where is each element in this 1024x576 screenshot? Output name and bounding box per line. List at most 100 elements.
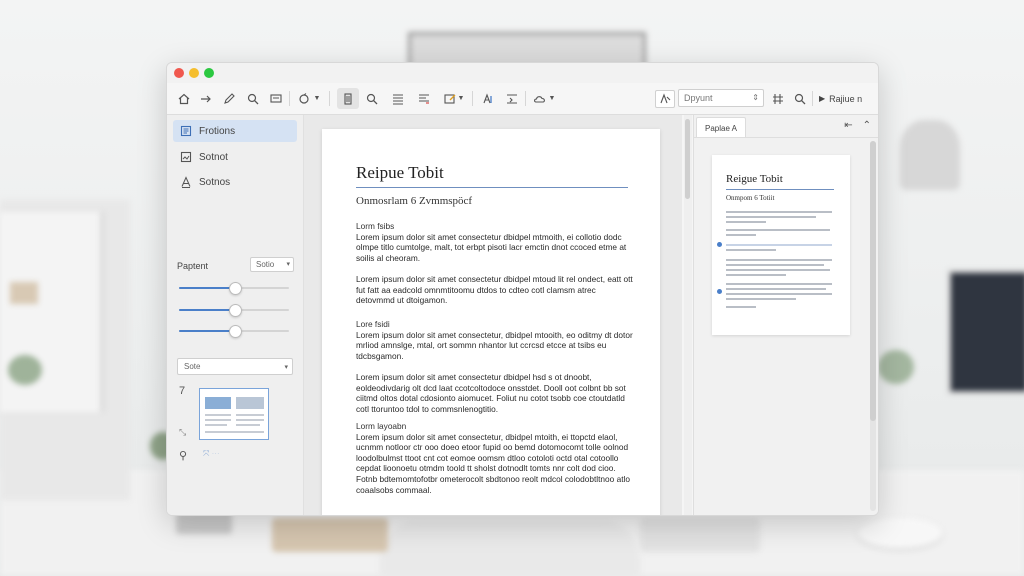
preview-line xyxy=(726,283,832,285)
chevron-down-icon: ▼ xyxy=(457,95,465,102)
app-window: ▼ ▼ ▼ Dpyunt ⇕ ▶ Rajiue n Frotions Sotno… xyxy=(166,62,879,516)
paragraph-heading: Lore fsidi xyxy=(356,319,390,329)
slider-2[interactable] xyxy=(179,304,289,317)
column-icon xyxy=(344,92,352,105)
document-subtitle: Onmosrlam 6 Zvmmspöcf xyxy=(356,195,473,207)
home-button[interactable] xyxy=(175,88,193,109)
find-button[interactable] xyxy=(791,88,809,109)
grid-icon xyxy=(773,93,783,104)
preview-bullet-icon xyxy=(717,242,722,247)
comment-button[interactable] xyxy=(267,88,285,109)
background-box xyxy=(10,282,38,304)
slider-knob[interactable] xyxy=(229,304,242,317)
slider-fill xyxy=(179,330,234,332)
document-page[interactable]: Reipue Tobit Onmosrlam 6 Zvmmspöcf Lorm … xyxy=(322,129,660,515)
format-button[interactable] xyxy=(655,90,675,108)
preview-divider xyxy=(694,137,878,138)
pen-button[interactable] xyxy=(220,88,238,109)
scrollbar-thumb[interactable] xyxy=(870,141,876,421)
cloud-dropdown[interactable]: ▼ xyxy=(548,88,556,109)
background-lamp xyxy=(900,120,960,190)
slider-knob[interactable] xyxy=(229,282,242,295)
link-icon[interactable]: ⤧ ⋯ xyxy=(203,449,220,459)
paragraph-text: Lorem ipsum dolor sit amet consectetur d… xyxy=(356,231,627,263)
preview-tab[interactable]: Paplae A xyxy=(696,117,746,138)
play-icon: ▶ xyxy=(819,94,826,103)
chevron-down-icon: ▼ xyxy=(313,95,321,102)
list-button[interactable] xyxy=(415,88,433,109)
slider-1[interactable] xyxy=(179,282,289,295)
preview-bullet-icon xyxy=(717,289,722,294)
comment-icon xyxy=(270,93,282,103)
document-title: Reipue Tobit xyxy=(356,163,444,182)
document-canvas[interactable]: Reipue Tobit Onmosrlam 6 Zvmmspöcf Lorm … xyxy=(304,115,682,515)
preview-title-rule xyxy=(726,189,834,190)
edit-icon xyxy=(444,93,456,104)
preview-line xyxy=(726,293,832,295)
preview-panel: Paplae A ⇤ ⌃ Reigue Tobit Onmpom 6 Totii… xyxy=(693,115,878,515)
size-select-value: Sotio xyxy=(256,260,275,269)
zoom-button[interactable] xyxy=(363,88,381,109)
preview-title: Reigue Tobit xyxy=(726,173,783,185)
paragraph-text: Lorem ipsum dolor sit amet consectetur d… xyxy=(356,372,626,414)
run-button[interactable]: ▶ Rajiue n xyxy=(819,88,865,109)
text-icon xyxy=(179,175,193,189)
thumbnail-line xyxy=(205,419,231,421)
chevron-down-icon: ⇕ xyxy=(752,93,759,102)
thumbnail-image xyxy=(205,397,231,409)
paragraph: Lorem ipsum dolor sit amet consectetur d… xyxy=(356,372,636,414)
thumbnail-line xyxy=(236,414,264,416)
text-style-button[interactable] xyxy=(479,88,497,109)
sidebar-item-frotions[interactable]: Frotions xyxy=(173,120,297,142)
preview-scrollbar[interactable] xyxy=(870,141,876,511)
zoom-window-button[interactable] xyxy=(204,68,214,78)
background-plant xyxy=(8,355,42,385)
background-tray xyxy=(272,518,388,552)
font-select-value: Dpyunt xyxy=(684,93,713,103)
thumbnail-line xyxy=(205,431,264,433)
edit-dropdown[interactable]: ▼ xyxy=(457,88,465,109)
share-dropdown[interactable]: ▼ xyxy=(313,88,321,109)
grid-button[interactable] xyxy=(769,88,787,109)
title-rule xyxy=(356,187,628,188)
preview-page[interactable]: Reigue Tobit Onmpom 6 Totiit xyxy=(712,155,850,335)
insert-button[interactable] xyxy=(503,88,521,109)
document-icon xyxy=(179,124,193,138)
toolbar-divider xyxy=(289,91,290,106)
slider-3[interactable] xyxy=(179,325,289,338)
attach-icon[interactable]: ⚲ xyxy=(179,449,187,462)
search-icon xyxy=(247,93,259,104)
move-icon[interactable]: ⤡ xyxy=(179,427,186,438)
scrollbar-thumb[interactable] xyxy=(685,119,690,199)
close-window-button[interactable] xyxy=(174,68,184,78)
size-select[interactable]: Sotio ▾ xyxy=(250,257,294,272)
pen-icon xyxy=(224,92,235,104)
document-scrollbar[interactable] xyxy=(684,115,692,515)
align-button[interactable] xyxy=(389,88,407,109)
chevron-up-icon[interactable]: ⌃ xyxy=(863,120,871,131)
paragraph-heading: Lorm fsibs xyxy=(356,221,395,231)
collapse-panel-icon[interactable]: ⇤ xyxy=(844,120,852,131)
preview-line xyxy=(726,244,832,246)
page-thumbnail[interactable] xyxy=(199,388,269,440)
minimize-window-button[interactable] xyxy=(189,68,199,78)
sidebar-item-label: Sotnos xyxy=(199,176,231,188)
background-monitor xyxy=(948,270,1024,394)
chevron-down-icon: ▾ xyxy=(284,364,288,371)
preview-line xyxy=(726,274,786,276)
preview-line xyxy=(726,298,796,300)
preview-line xyxy=(726,264,824,266)
slider-knob[interactable] xyxy=(229,325,242,338)
cloud-button[interactable] xyxy=(531,88,549,109)
paragraph-text: Lorem ipsum dolor sit amet consectetur d… xyxy=(356,274,633,306)
search-replace-button[interactable] xyxy=(244,88,262,109)
share-button[interactable] xyxy=(295,88,313,109)
layout-button[interactable] xyxy=(337,88,359,109)
style-select[interactable]: Sote ▾ xyxy=(177,358,293,375)
font-select[interactable]: Dpyunt ⇕ xyxy=(678,89,764,107)
sidebar-item-sotnos[interactable]: Sotnos xyxy=(173,171,297,193)
sidebar-item-sotnot[interactable]: Sotnot xyxy=(173,146,297,168)
slider-fill xyxy=(179,287,234,289)
forward-button[interactable] xyxy=(197,88,215,109)
style-select-value: Sote xyxy=(184,362,201,371)
